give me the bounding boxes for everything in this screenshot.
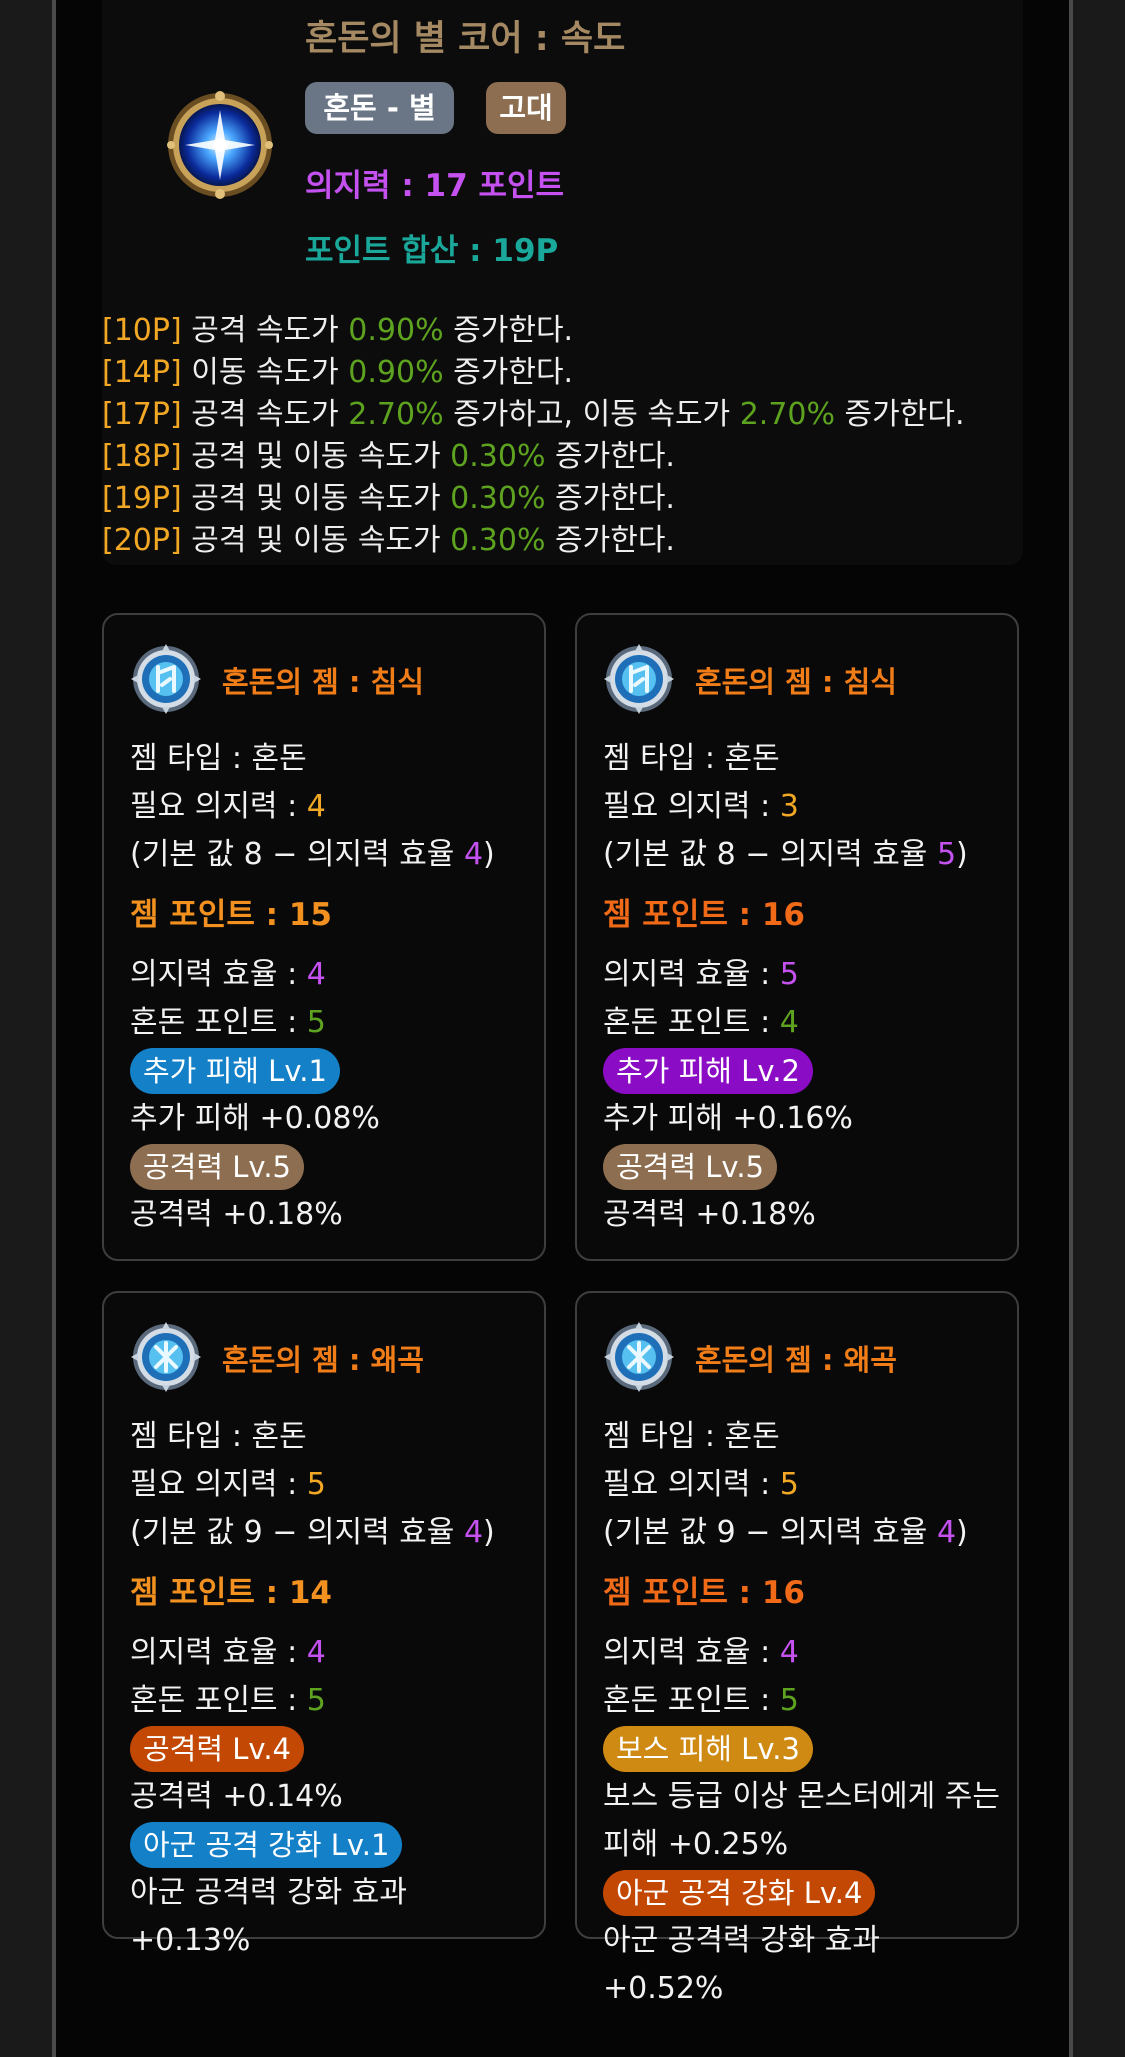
gem-base-value-line: (기본 값 8 − 의지력 효율 4)	[130, 837, 495, 872]
gem-details: 젬 타입 : 혼돈 필요 의지력 : 3 (기본 값 8 − 의지력 효율 5)…	[603, 735, 1003, 1239]
gem-option-1-effect: 공격력 +0.14%	[130, 1779, 343, 1814]
erosion-gem-icon	[604, 644, 674, 714]
gem-details: 젬 타입 : 혼돈 필요 의지력 : 4 (기본 값 8 − 의지력 효율 4)…	[130, 735, 530, 1239]
erosion-gem-icon	[131, 644, 201, 714]
gem-card[interactable]: 혼돈의 젬 : 침식 젬 타입 : 혼돈 필요 의지력 : 4 (기본 값 8 …	[102, 613, 546, 1261]
core-effect-line: [10P] 공격 속도가 0.90% 증가한다.	[102, 313, 574, 348]
core-grade-badge: 고대	[486, 82, 566, 134]
option-badge: 공격력 Lv.4	[130, 1726, 304, 1772]
gem-willpower-efficiency: 의지력 효율 : 5	[603, 957, 799, 992]
gem-option-1: 추가 피해 Lv.2	[603, 1047, 1003, 1095]
core-title: 혼돈의 별 코어 : 속도	[305, 19, 626, 59]
gem-willpower-efficiency: 의지력 효율 : 4	[130, 957, 326, 992]
option-badge: 추가 피해 Lv.2	[603, 1048, 813, 1094]
gem-option-2: 아군 공격 강화 Lv.1	[130, 1821, 530, 1869]
right-border	[1069, 0, 1073, 2057]
gem-willpower-efficiency: 의지력 효율 : 4	[130, 1635, 326, 1670]
gem-name: 혼돈의 젬 : 침식	[222, 665, 424, 699]
option-badge: 추가 피해 Lv.1	[130, 1048, 340, 1094]
option-badge: 보스 피해 Lv.3	[603, 1726, 813, 1772]
gem-option-2-effect: 아군 공격력 강화 효과 +0.52%	[603, 1923, 881, 2006]
gem-option-1: 추가 피해 Lv.1	[130, 1047, 530, 1095]
core-panel: 혼돈의 별 코어 : 속도 혼돈 - 별 고대 의지력 : 17 포인트 포인트…	[102, 0, 1023, 565]
gem-name: 혼돈의 젬 : 왜곡	[222, 1343, 424, 1377]
option-badge: 공격력 Lv.5	[603, 1144, 777, 1190]
core-effect-line: [18P] 공격 및 이동 속도가 0.30% 증가한다.	[102, 439, 675, 474]
gem-option-1-effect: 보스 등급 이상 몬스터에게 주는 피해 +0.25%	[603, 1779, 1000, 1862]
gem-details: 젬 타입 : 혼돈 필요 의지력 : 5 (기본 값 9 − 의지력 효율 4)…	[130, 1413, 530, 1965]
chaos-star-core-icon	[167, 91, 273, 199]
core-point-sum: 포인트 합산 : 19P	[305, 233, 559, 269]
gem-points: 젬 포인트 : 14	[130, 1575, 332, 1611]
distortion-gem-icon	[131, 1322, 201, 1392]
core-effect-line: [17P] 공격 속도가 2.70% 증가하고, 이동 속도가 2.70% 증가…	[102, 397, 965, 432]
gem-card[interactable]: 혼돈의 젬 : 침식 젬 타입 : 혼돈 필요 의지력 : 3 (기본 값 8 …	[575, 613, 1019, 1261]
gem-type-line: 젬 타입 : 혼돈	[130, 741, 307, 776]
screen: 혼돈의 별 코어 : 속도 혼돈 - 별 고대 의지력 : 17 포인트 포인트…	[0, 0, 1125, 2057]
core-effect-line: [20P] 공격 및 이동 속도가 0.30% 증가한다.	[102, 523, 675, 558]
gem-chaos-points: 혼돈 포인트 : 5	[130, 1683, 326, 1718]
gem-chaos-points: 혼돈 포인트 : 5	[130, 1005, 326, 1040]
gem-option-2-effect: 아군 공격력 강화 효과 +0.13%	[130, 1875, 408, 1958]
gem-required-willpower: 필요 의지력 : 4	[130, 789, 326, 824]
gem-base-value-line: (기본 값 8 − 의지력 효율 5)	[603, 837, 968, 872]
option-badge: 아군 공격 강화 Lv.1	[130, 1822, 403, 1868]
gem-option-1: 보스 피해 Lv.3	[603, 1725, 1003, 1773]
gem-required-willpower: 필요 의지력 : 5	[603, 1467, 799, 1502]
option-badge: 아군 공격 강화 Lv.4	[603, 1870, 876, 1916]
gem-name: 혼돈의 젬 : 왜곡	[695, 1343, 897, 1377]
gem-type-line: 젬 타입 : 혼돈	[603, 741, 780, 776]
gem-chaos-points: 혼돈 포인트 : 4	[603, 1005, 799, 1040]
tooltip-container: 혼돈의 별 코어 : 속도 혼돈 - 별 고대 의지력 : 17 포인트 포인트…	[56, 0, 1069, 2057]
gem-base-value-line: (기본 값 9 − 의지력 효율 4)	[130, 1515, 495, 1550]
gem-name: 혼돈의 젬 : 침식	[695, 665, 897, 699]
gem-base-value-line: (기본 값 9 − 의지력 효율 4)	[603, 1515, 968, 1550]
gem-points: 젬 포인트 : 15	[130, 897, 332, 933]
gem-option-1: 공격력 Lv.4	[130, 1725, 530, 1773]
gem-option-2: 공격력 Lv.5	[130, 1143, 530, 1191]
gem-card[interactable]: 혼돈의 젬 : 왜곡 젬 타입 : 혼돈 필요 의지력 : 5 (기본 값 9 …	[102, 1291, 546, 1958]
core-effect-line: [14P] 이동 속도가 0.90% 증가한다.	[102, 355, 574, 390]
gem-option-1-effect: 추가 피해 +0.08%	[130, 1101, 380, 1136]
gem-chaos-points: 혼돈 포인트 : 5	[603, 1683, 799, 1718]
gem-points: 젬 포인트 : 16	[603, 897, 805, 933]
gem-option-2: 아군 공격 강화 Lv.4	[603, 1869, 1003, 1917]
core-type-badge: 혼돈 - 별	[305, 82, 454, 134]
gem-type-line: 젬 타입 : 혼돈	[603, 1419, 780, 1454]
core-effect-line: [19P] 공격 및 이동 속도가 0.30% 증가한다.	[102, 481, 675, 516]
gem-details: 젬 타입 : 혼돈 필요 의지력 : 5 (기본 값 9 − 의지력 효율 4)…	[603, 1413, 1003, 2013]
gem-option-2: 공격력 Lv.5	[603, 1143, 1003, 1191]
distortion-gem-icon	[604, 1322, 674, 1392]
gem-required-willpower: 필요 의지력 : 3	[603, 789, 799, 824]
gem-type-line: 젬 타입 : 혼돈	[130, 1419, 307, 1454]
gem-willpower-efficiency: 의지력 효율 : 4	[603, 1635, 799, 1670]
gem-option-2-effect: 공격력 +0.18%	[130, 1197, 343, 1232]
gem-required-willpower: 필요 의지력 : 5	[130, 1467, 326, 1502]
gem-card[interactable]: 혼돈의 젬 : 왜곡 젬 타입 : 혼돈 필요 의지력 : 5 (기본 값 9 …	[575, 1291, 1019, 2006]
option-badge: 공격력 Lv.5	[130, 1144, 304, 1190]
gem-points: 젬 포인트 : 16	[603, 1575, 805, 1611]
core-willpower: 의지력 : 17 포인트	[305, 168, 565, 204]
gem-option-2-effect: 공격력 +0.18%	[603, 1197, 816, 1232]
core-effects-list: [10P] 공격 속도가 0.90% 증가한다. [14P] 이동 속도가 0.…	[102, 310, 1023, 562]
gem-option-1-effect: 추가 피해 +0.16%	[603, 1101, 853, 1136]
